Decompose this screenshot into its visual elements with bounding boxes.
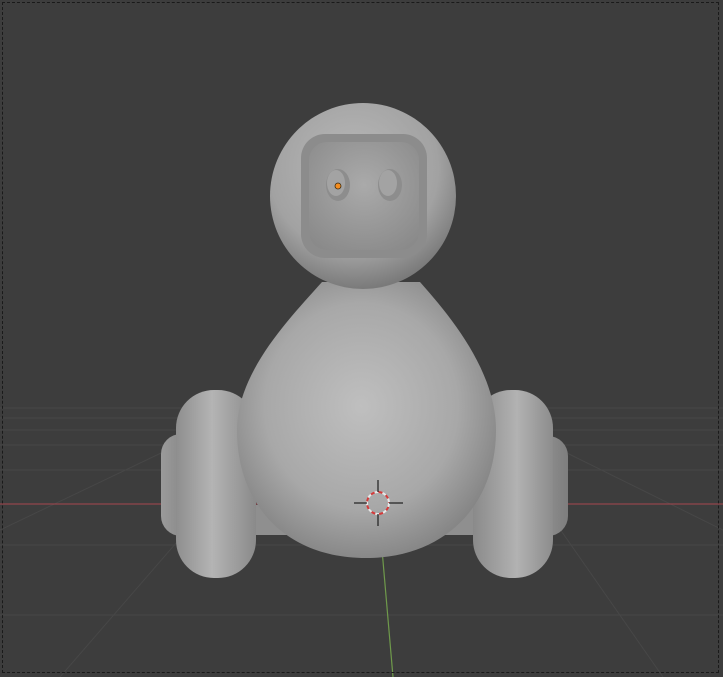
right-eye-highlight <box>379 170 397 196</box>
face-plate <box>309 142 419 250</box>
left-eye-highlight <box>327 170 345 196</box>
object-origin-dot[interactable] <box>334 182 342 190</box>
robot-body[interactable] <box>237 282 496 558</box>
3d-viewport[interactable] <box>0 0 723 677</box>
robot-model[interactable] <box>161 103 568 578</box>
viewport-scene[interactable] <box>0 0 723 677</box>
